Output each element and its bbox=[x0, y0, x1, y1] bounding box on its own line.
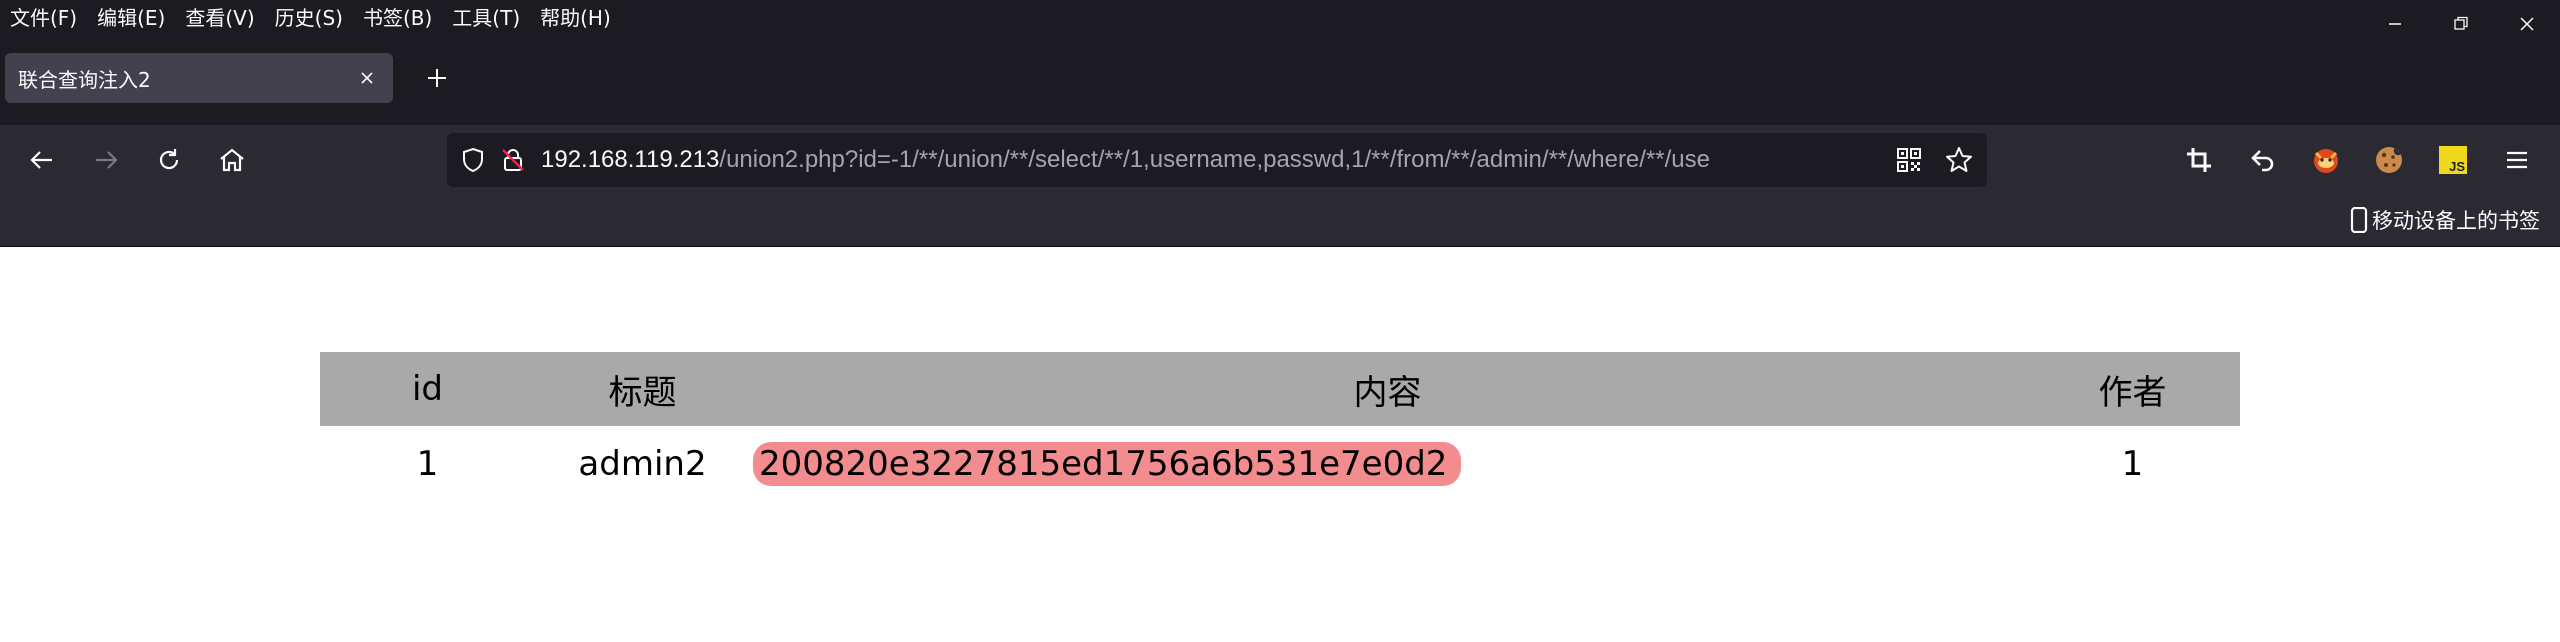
tab-title: 联合查询注入2 bbox=[18, 67, 151, 92]
tab-strip: 联合查询注入2 bbox=[0, 33, 2560, 125]
close-icon bbox=[361, 72, 373, 84]
minimize-button[interactable] bbox=[2362, 0, 2428, 48]
close-icon bbox=[2520, 17, 2534, 31]
url-path: /union2.php?id=-1/**/union/**/select/**/… bbox=[719, 146, 1710, 173]
highlighted-hash: 200820e3227815ed1756a6b531e7e0d2 bbox=[753, 442, 1462, 486]
minimize-icon bbox=[2389, 23, 2401, 25]
star-icon bbox=[1946, 147, 1972, 172]
undo-close-tab-button[interactable] bbox=[2237, 135, 2287, 185]
screenshot-button[interactable] bbox=[2174, 135, 2224, 185]
tab-active[interactable]: 联合查询注入2 bbox=[5, 53, 393, 103]
hamburger-menu-icon bbox=[2507, 151, 2527, 169]
menu-history[interactable]: 历史(S) bbox=[265, 0, 353, 33]
extension-js-button[interactable]: JS bbox=[2428, 135, 2478, 185]
home-button[interactable] bbox=[207, 135, 257, 185]
column-header-id: id bbox=[320, 352, 535, 426]
js-extension-label: JS bbox=[2449, 159, 2465, 174]
mobile-device-icon bbox=[2350, 207, 2368, 233]
menu-view[interactable]: 查看(V) bbox=[175, 0, 264, 33]
forward-button[interactable] bbox=[81, 135, 131, 185]
tab-close-button[interactable] bbox=[355, 66, 379, 90]
menu-file[interactable]: 文件(F) bbox=[8, 0, 87, 33]
menu-items: 文件(F) 编辑(E) 查看(V) 历史(S) 书签(B) 工具(T) 帮助(H… bbox=[0, 0, 621, 33]
app-menu-button[interactable] bbox=[2492, 135, 2542, 185]
arrow-right-icon bbox=[96, 151, 118, 169]
arrow-left-icon bbox=[30, 151, 52, 169]
navigation-toolbar: 192.168.119.213/union2.php?id=-1/**/unio… bbox=[0, 125, 2560, 195]
mobile-bookmarks-folder[interactable]: 移动设备上的书签 bbox=[2350, 203, 2540, 237]
shield-icon bbox=[463, 147, 483, 173]
menu-help[interactable]: 帮助(H) bbox=[530, 0, 621, 33]
cell-id: 1 bbox=[416, 444, 439, 484]
cell-content: 200820e3227815ed1756a6b531e7e0d2 bbox=[750, 426, 2025, 502]
plus-icon bbox=[428, 69, 446, 87]
reload-button[interactable] bbox=[144, 135, 194, 185]
menu-tools[interactable]: 工具(T) bbox=[442, 0, 530, 33]
page-content: id 标题 内容 作者 1 admin2 200820e3227815ed175… bbox=[0, 247, 2560, 642]
qr-code-icon bbox=[1897, 148, 1921, 172]
table-row: 1 admin2 200820e3227815ed1756a6b531e7e0d… bbox=[320, 426, 2240, 502]
fox-extension-icon bbox=[2314, 149, 2338, 173]
restore-button[interactable] bbox=[2428, 0, 2494, 48]
close-window-button[interactable] bbox=[2494, 0, 2560, 48]
reload-icon bbox=[159, 149, 179, 170]
column-header-content: 内容 bbox=[750, 352, 2025, 426]
bookmarks-toolbar: 移动设备上的书签 bbox=[0, 195, 2560, 247]
restore-icon bbox=[2454, 16, 2468, 30]
url-host: 192.168.119.213 bbox=[541, 146, 720, 173]
crop-icon bbox=[2187, 148, 2211, 172]
home-icon bbox=[220, 148, 244, 172]
table-header-row: id 标题 内容 作者 bbox=[320, 352, 2240, 426]
cookie-icon bbox=[2376, 147, 2402, 173]
mobile-bookmarks-label: 移动设备上的书签 bbox=[2372, 209, 2540, 233]
bookmark-star-button[interactable] bbox=[1941, 142, 1977, 178]
site-security-button[interactable] bbox=[495, 142, 531, 178]
url-text[interactable]: 192.168.119.213/union2.php?id=-1/**/unio… bbox=[541, 146, 1871, 174]
js-extension-icon: JS bbox=[2439, 146, 2467, 174]
menu-bookmarks[interactable]: 书签(B) bbox=[353, 0, 442, 33]
undo-icon bbox=[2251, 150, 2274, 172]
url-actions bbox=[1891, 142, 1977, 178]
insecure-lock-icon bbox=[502, 149, 524, 171]
window-controls bbox=[2362, 0, 2560, 48]
new-tab-button[interactable] bbox=[412, 53, 462, 103]
tracking-protection-button[interactable] bbox=[455, 142, 491, 178]
menu-edit[interactable]: 编辑(E) bbox=[87, 0, 175, 33]
results-table: id 标题 内容 作者 1 admin2 200820e3227815ed175… bbox=[320, 352, 2240, 502]
menu-bar: 文件(F) 编辑(E) 查看(V) 历史(S) 书签(B) 工具(T) 帮助(H… bbox=[0, 0, 2560, 33]
column-header-author: 作者 bbox=[2025, 352, 2240, 426]
address-bar[interactable]: 192.168.119.213/union2.php?id=-1/**/unio… bbox=[447, 133, 1987, 187]
extension-hackbar-button[interactable] bbox=[2301, 135, 2351, 185]
extension-cookie-button[interactable] bbox=[2364, 135, 2414, 185]
cell-author: 1 bbox=[2121, 444, 2144, 484]
qr-code-button[interactable] bbox=[1891, 142, 1927, 178]
back-button[interactable] bbox=[17, 135, 67, 185]
cell-title: admin2 bbox=[578, 444, 707, 484]
column-header-title: 标题 bbox=[535, 352, 750, 426]
